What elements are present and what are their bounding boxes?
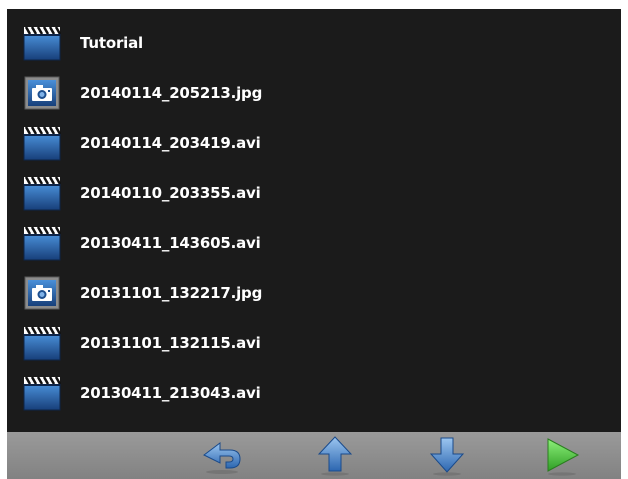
file-name: 20130411_143605.avi	[80, 234, 261, 252]
list-item[interactable]: 20140114_205213.jpg	[7, 68, 621, 118]
camera-icon	[23, 75, 61, 111]
file-name: 20131101_132115.avi	[80, 334, 261, 352]
video-clapper-icon	[23, 325, 61, 361]
list-item[interactable]: 20130411_213043.avi	[7, 368, 621, 418]
video-clapper-icon	[23, 25, 61, 61]
up-button[interactable]	[312, 434, 358, 476]
up-arrow-icon	[317, 436, 353, 476]
file-name: 20140110_203355.avi	[80, 184, 261, 202]
list-item[interactable]: 20131101_132217.jpg	[7, 268, 621, 318]
play-icon	[547, 438, 580, 476]
video-clapper-icon	[23, 225, 61, 261]
camera-icon	[23, 275, 61, 311]
down-arrow-icon	[429, 437, 465, 476]
file-name: 20130411_213043.avi	[80, 384, 261, 402]
list-item[interactable]: 20131101_132115.avi	[7, 318, 621, 368]
video-clapper-icon	[23, 125, 61, 161]
back-arrow-icon	[203, 442, 241, 474]
bottom-toolbar	[7, 432, 621, 479]
back-button[interactable]	[199, 434, 245, 476]
file-list: Tutorial 20140114_205213.jpg 20140114_20…	[7, 18, 621, 418]
down-button[interactable]	[424, 434, 470, 476]
file-name: 20131101_132217.jpg	[80, 284, 263, 302]
play-button[interactable]	[539, 434, 585, 476]
video-clapper-icon	[23, 175, 61, 211]
file-browser-screen: Tutorial 20140114_205213.jpg 20140114_20…	[7, 9, 621, 479]
file-name: Tutorial	[80, 34, 143, 52]
file-name: 20140114_205213.jpg	[80, 84, 263, 102]
video-clapper-icon	[23, 375, 61, 411]
list-item[interactable]: Tutorial	[7, 18, 621, 68]
list-item[interactable]: 20140114_203419.avi	[7, 118, 621, 168]
list-item[interactable]: 20140110_203355.avi	[7, 168, 621, 218]
list-item[interactable]: 20130411_143605.avi	[7, 218, 621, 268]
file-name: 20140114_203419.avi	[80, 134, 261, 152]
